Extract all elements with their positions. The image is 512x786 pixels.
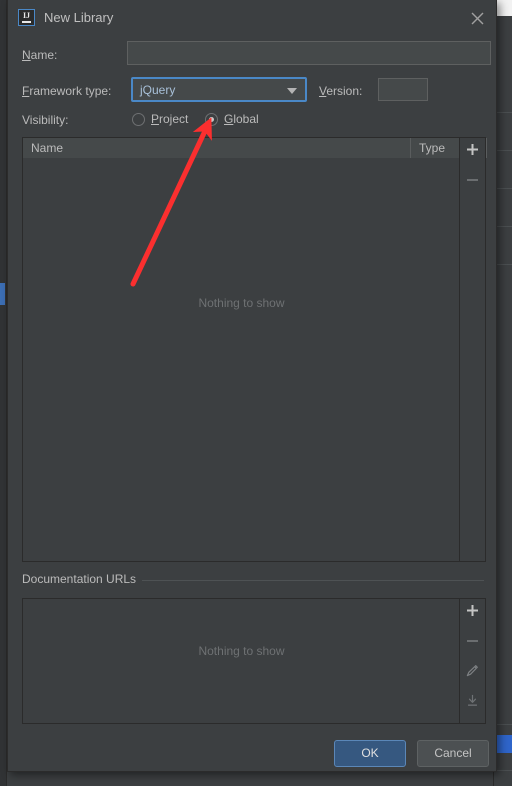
framework-type-value: jQuery xyxy=(140,83,176,97)
library-files-panel: Name Type Nothing to show xyxy=(22,137,487,562)
radio-project[interactable]: Project xyxy=(132,112,188,126)
chevron-down-icon xyxy=(287,88,297,94)
library-add-button[interactable] xyxy=(460,143,485,168)
radio-indicator xyxy=(132,112,145,126)
library-table-body[interactable]: Nothing to show xyxy=(23,158,485,561)
library-remove-button[interactable] xyxy=(460,173,485,198)
documentation-group-label: Documentation URLs xyxy=(22,572,143,586)
framework-type-label: Framework type: xyxy=(22,84,112,98)
cancel-button[interactable]: Cancel xyxy=(417,740,489,767)
library-table-header: Name Type xyxy=(23,138,487,159)
documentation-urls-panel: Nothing to show xyxy=(22,598,486,724)
column-divider[interactable] xyxy=(410,138,411,158)
documentation-list[interactable]: Nothing to show xyxy=(23,599,460,723)
name-label: Name: xyxy=(22,48,58,62)
version-label: Version: xyxy=(319,84,363,98)
documentation-download-icon[interactable] xyxy=(460,694,485,719)
radio-global-label: Global xyxy=(224,112,259,126)
library-empty-text: Nothing to show xyxy=(198,296,285,310)
framework-type-dropdown[interactable]: jQuery xyxy=(131,77,307,102)
library-toolbar xyxy=(459,138,485,561)
column-header-name[interactable]: Name xyxy=(31,141,63,155)
documentation-remove-button[interactable] xyxy=(460,634,485,659)
name-input[interactable] xyxy=(127,41,491,65)
documentation-empty-text: Nothing to show xyxy=(198,644,285,658)
background-left-marker xyxy=(0,283,5,305)
dialog-title: New Library xyxy=(44,10,114,25)
documentation-edit-pencil-icon[interactable] xyxy=(460,664,485,689)
close-icon[interactable] xyxy=(464,6,490,30)
new-library-dialog: IJ New Library Name: Framework type: jQu… xyxy=(7,0,497,772)
radio-global[interactable]: Global xyxy=(205,112,259,126)
column-divider xyxy=(486,138,487,158)
documentation-add-button[interactable] xyxy=(460,604,485,629)
radio-indicator xyxy=(205,112,218,126)
intellij-idea-logo-icon: IJ xyxy=(18,9,35,26)
version-input[interactable] xyxy=(378,78,428,101)
ok-button[interactable]: OK xyxy=(334,740,406,767)
radio-project-label: Project xyxy=(151,112,189,126)
dialog-titlebar: IJ New Library xyxy=(8,0,496,36)
documentation-toolbar xyxy=(459,599,485,723)
column-header-type[interactable]: Type xyxy=(419,141,445,155)
visibility-label: Visibility: xyxy=(22,113,69,127)
